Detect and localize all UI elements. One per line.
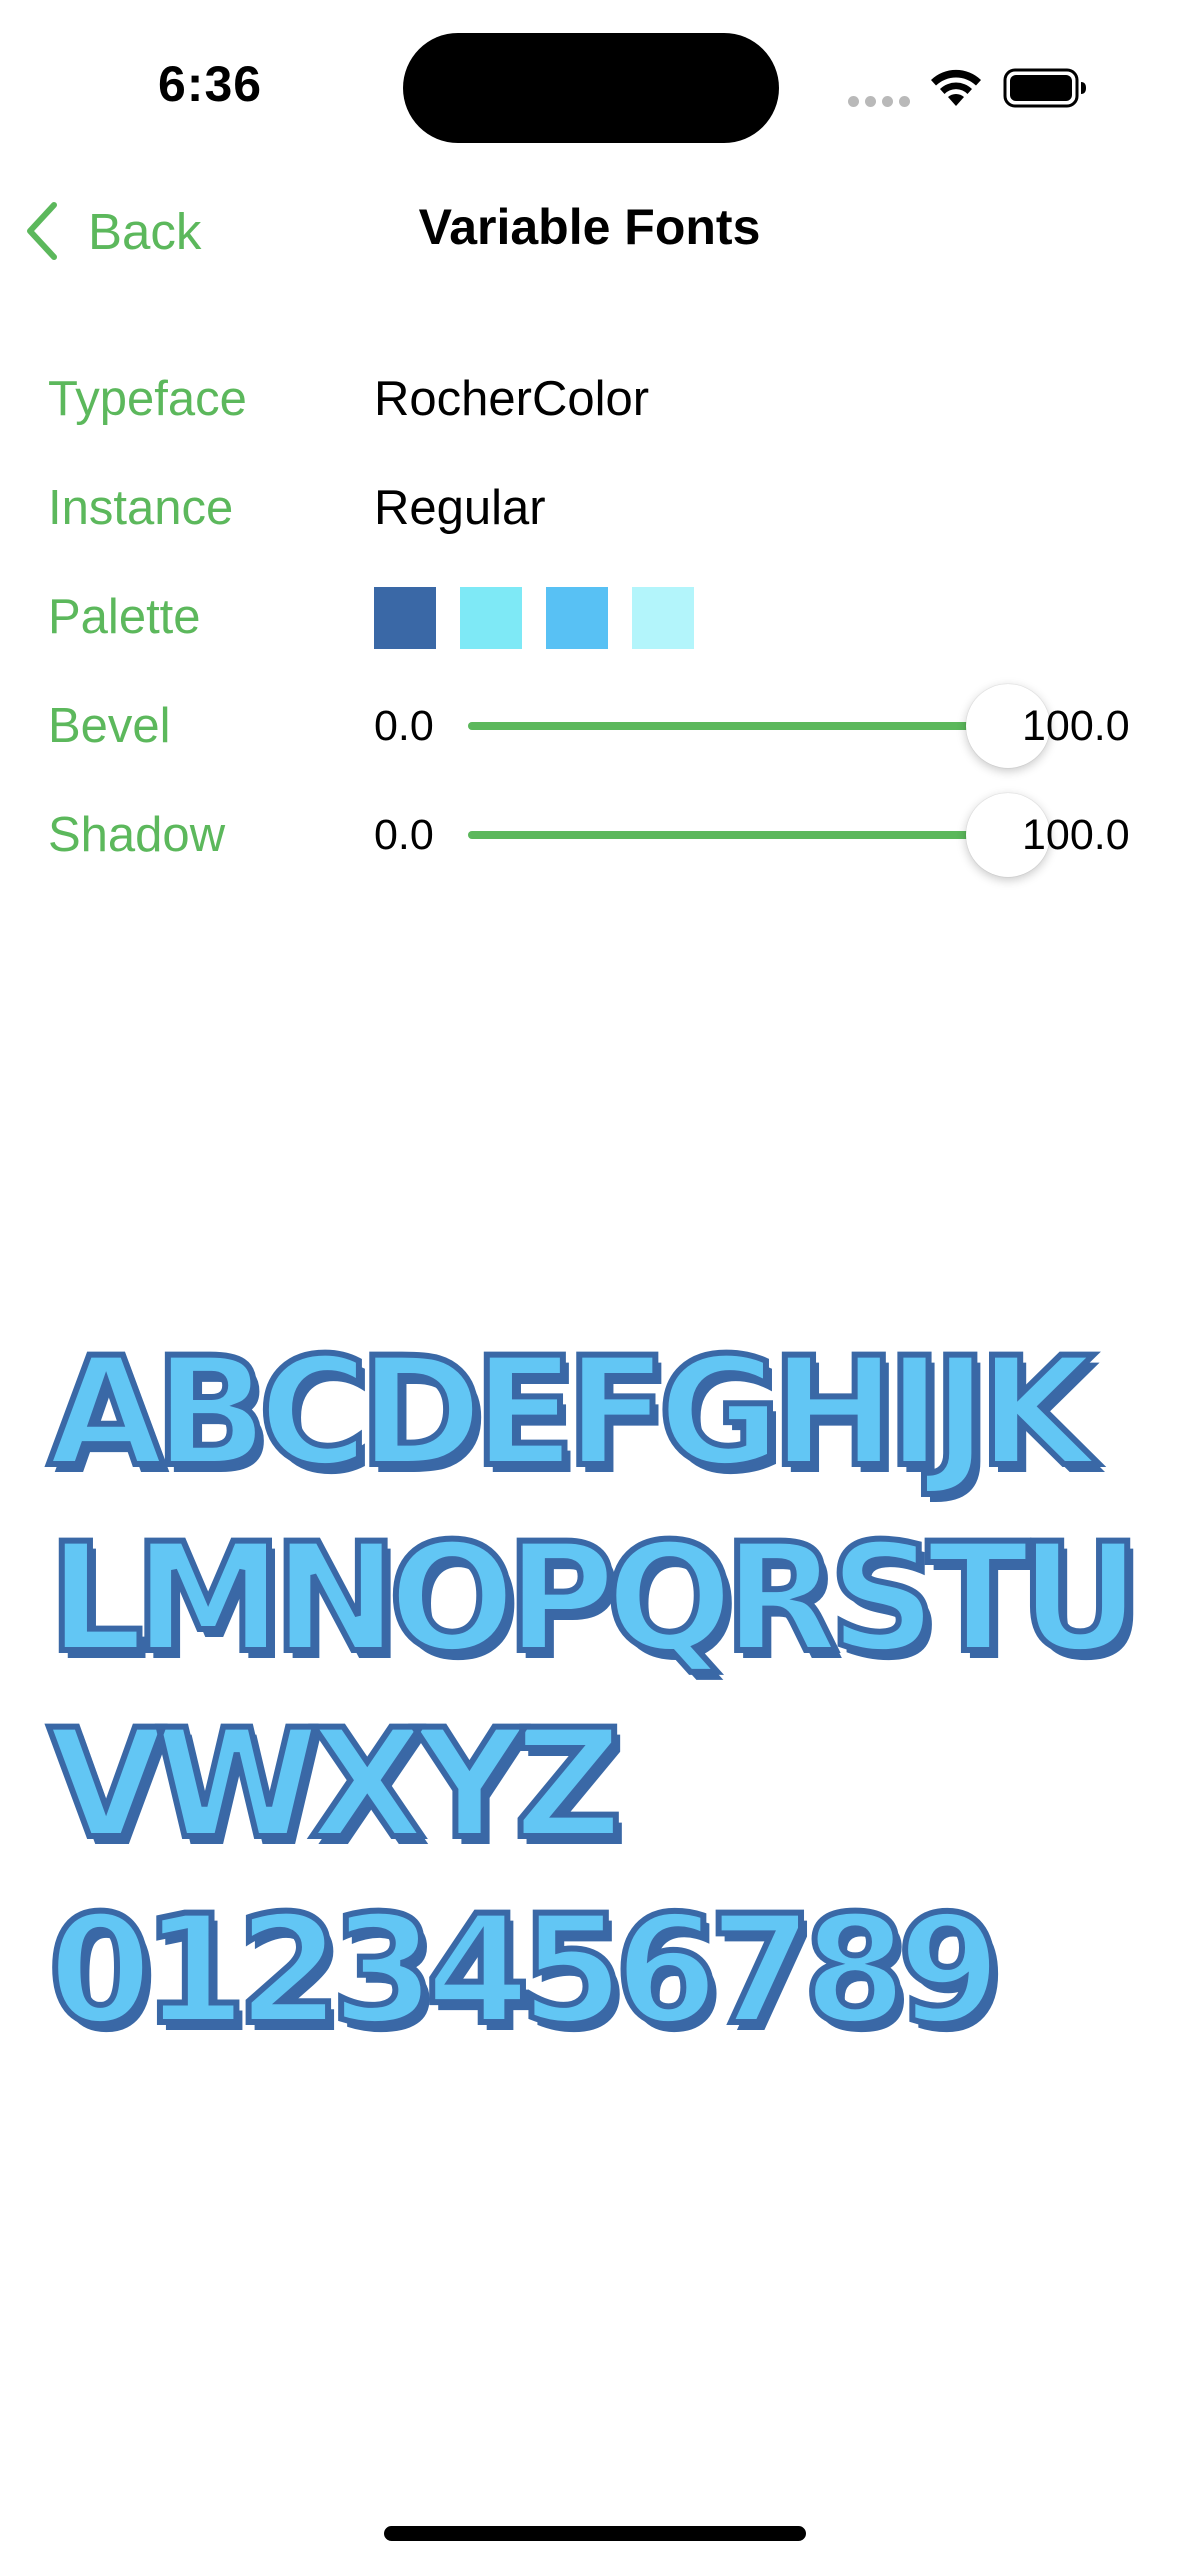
preview-line-1: ABCDEFGHIJK bbox=[45, 1323, 1097, 1503]
bevel-label: Bevel bbox=[48, 699, 171, 753]
instance-label: Instance bbox=[48, 481, 234, 535]
shadow-min-label: 0.0 bbox=[374, 811, 434, 859]
bevel-slider-fill bbox=[468, 722, 1008, 730]
cellular-signal-icon bbox=[848, 96, 910, 107]
typeface-row[interactable]: Typeface RocherColor bbox=[48, 359, 1148, 439]
shadow-slider-fill bbox=[468, 831, 1008, 839]
palette-swatch-2[interactable] bbox=[460, 587, 522, 649]
dynamic-island bbox=[403, 33, 779, 143]
battery-icon bbox=[1003, 68, 1086, 108]
palette-swatch-4[interactable] bbox=[632, 587, 694, 649]
preview-line-3: VWXYZ bbox=[45, 1695, 626, 1875]
screen: 6:36 Back Variable Fonts Typeface Rocher… bbox=[0, 0, 1179, 2556]
typeface-label: Typeface bbox=[48, 372, 247, 426]
preview-line-4: 0123456789 bbox=[45, 1881, 1005, 2061]
bevel-row: Bevel 0.0 100.0 bbox=[48, 684, 1148, 768]
status-time: 6:36 bbox=[158, 56, 263, 112]
shadow-slider[interactable] bbox=[468, 793, 1050, 877]
shadow-row: Shadow 0.0 100.0 bbox=[48, 793, 1148, 877]
wifi-icon bbox=[931, 69, 981, 106]
shadow-label: Shadow bbox=[48, 808, 226, 862]
palette-swatches[interactable] bbox=[374, 587, 694, 649]
nav-title: Variable Fonts bbox=[418, 199, 761, 255]
instance-row[interactable]: Instance Regular bbox=[48, 468, 1148, 548]
bevel-slider[interactable] bbox=[468, 684, 1050, 768]
palette-label: Palette bbox=[48, 590, 201, 644]
preview-line-2: LMNOPQRSTU bbox=[45, 1509, 1144, 1689]
palette-row[interactable]: Palette bbox=[48, 577, 1148, 657]
home-indicator bbox=[384, 2526, 806, 2541]
palette-swatch-3[interactable] bbox=[546, 587, 608, 649]
font-preview: ABCDEFGHIJK LMNOPQRSTU VWXYZ 0123456789 bbox=[45, 1320, 1158, 2064]
bevel-min-label: 0.0 bbox=[374, 702, 434, 750]
typeface-value[interactable]: RocherColor bbox=[374, 359, 649, 439]
palette-swatch-1[interactable] bbox=[374, 587, 436, 649]
shadow-max-label: 100.0 bbox=[1022, 811, 1130, 859]
instance-value[interactable]: Regular bbox=[374, 468, 546, 548]
bevel-max-label: 100.0 bbox=[1022, 702, 1130, 750]
